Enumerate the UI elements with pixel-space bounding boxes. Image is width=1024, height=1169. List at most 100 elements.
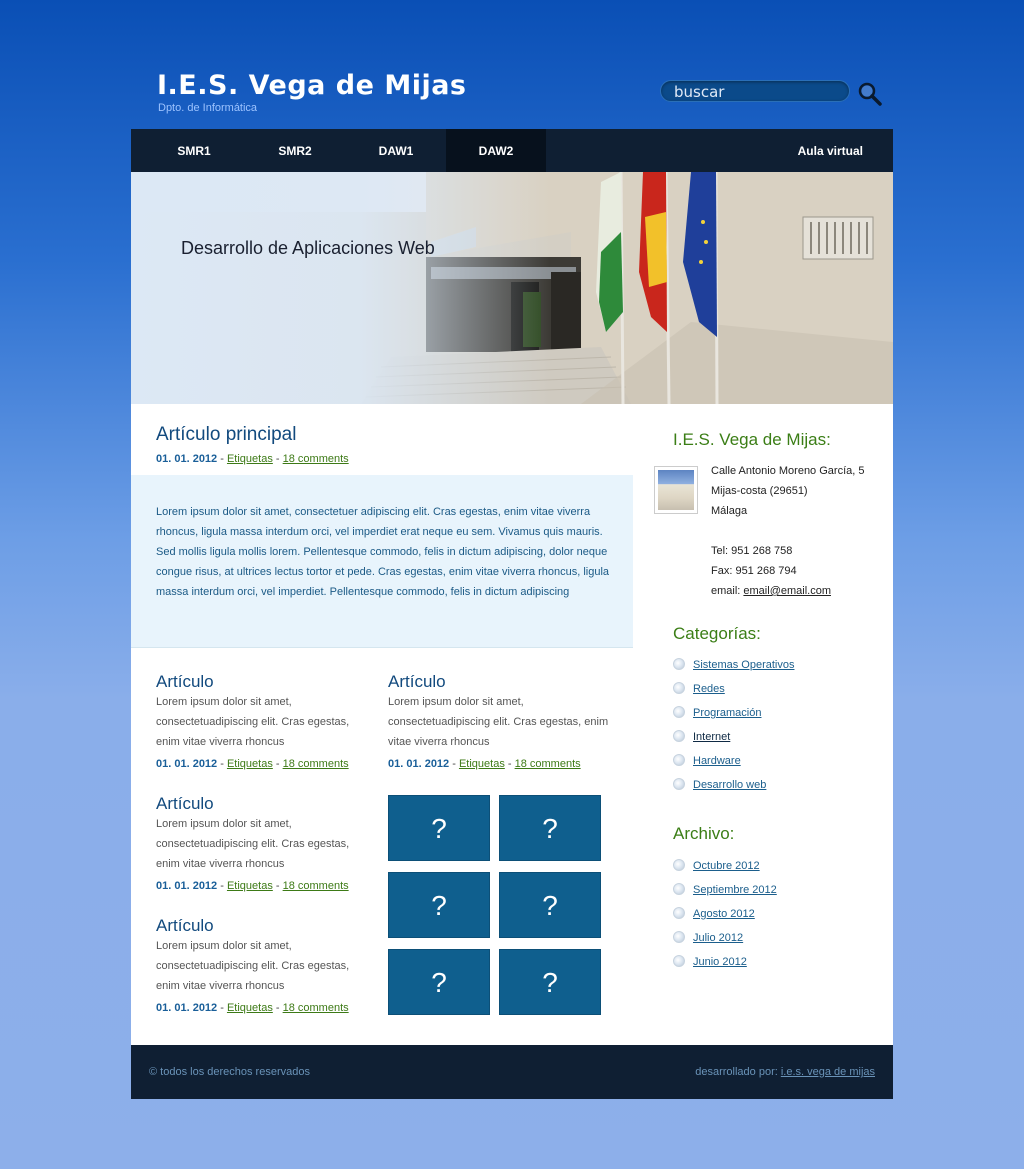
article-excerpt: Lorem ipsum dolor sit amet, consectetuad… [156, 940, 350, 992]
bullet-icon [673, 658, 685, 670]
archive-list: Octubre 2012 Septiembre 2012 Agosto 2012… [673, 859, 777, 980]
gallery-thumbnail[interactable]: ? [499, 949, 601, 1015]
nav-item-daw2[interactable]: DAW2 [446, 129, 546, 172]
article-comments-link[interactable]: 18 comments [283, 880, 349, 892]
article-date: 01. 01. 2012 [156, 1002, 218, 1014]
sidebar-categories-title: Categorías: [673, 624, 761, 643]
hero-title: Desarrollo de Aplicaciones Web [181, 238, 435, 258]
bullet-icon [673, 955, 685, 967]
gallery-thumbnail[interactable]: ? [388, 795, 490, 861]
article-tags-link[interactable]: Etiquetas [227, 1002, 273, 1014]
categories-list: Sistemas Operativos Redes Programación I… [673, 658, 794, 803]
gallery-thumbnail[interactable]: ? [499, 872, 601, 938]
address-line: Mijas-costa (29651) [711, 485, 808, 497]
list-item: Desarrollo web [673, 778, 794, 803]
list-item: Sistemas Operativos [673, 658, 794, 683]
nav-item-smr2[interactable]: SMR2 [245, 129, 345, 172]
article-comments-link[interactable]: 18 comments [283, 1002, 349, 1014]
main-nav: SMR1 SMR2 DAW1 DAW2 Aula virtual [131, 129, 893, 172]
phone: Tel: 951 268 758 [711, 545, 793, 557]
bullet-icon [673, 754, 685, 766]
email-link[interactable]: email@email.com [743, 585, 831, 597]
hero-banner: Desarrollo de Aplicaciones Web [131, 172, 893, 404]
main-article-intro: Lorem ipsum dolor sit amet, consectetuer… [131, 475, 633, 648]
list-item: Internet [673, 730, 794, 755]
category-link[interactable]: Sistemas Operativos [693, 659, 794, 671]
article-excerpt: Lorem ipsum dolor sit amet, consectetuad… [156, 696, 350, 748]
address-line: Málaga [711, 505, 748, 517]
main-article-body: Lorem ipsum dolor sit amet, consectetuer… [156, 506, 610, 598]
bullet-icon [673, 682, 685, 694]
bullet-icon [673, 931, 685, 943]
list-item: Julio 2012 [673, 931, 777, 956]
address-line: Calle Antonio Moreno García, 5 [711, 465, 865, 477]
gallery-thumbnail[interactable]: ? [388, 949, 490, 1015]
article-comments-link[interactable]: 18 comments [283, 453, 349, 465]
search-input[interactable]: buscar [660, 80, 850, 102]
article-date: 01. 01. 2012 [388, 758, 450, 770]
article-meta: 01. 01. 2012 - Etiquetas - 18 comments [156, 758, 349, 770]
main-article-title[interactable]: Artículo principal [156, 424, 296, 446]
list-item: Octubre 2012 [673, 859, 777, 884]
article-excerpt: Lorem ipsum dolor sit amet, consectetuad… [156, 818, 350, 870]
site-title[interactable]: I.E.S. Vega de Mijas [157, 70, 467, 101]
bullet-icon [673, 859, 685, 871]
fax: Fax: 951 268 794 [711, 565, 797, 577]
archive-link[interactable]: Octubre 2012 [693, 860, 760, 872]
bullet-icon [673, 883, 685, 895]
article-meta: 01. 01. 2012 - Etiquetas - 18 comments [156, 880, 349, 892]
email-row: email: email@email.com [711, 581, 864, 601]
list-item: Programación [673, 706, 794, 731]
sidebar-archive-title: Archivo: [673, 824, 735, 843]
archive-link[interactable]: Septiembre 2012 [693, 884, 777, 896]
category-link[interactable]: Hardware [693, 755, 741, 767]
archive-link[interactable]: Julio 2012 [693, 932, 743, 944]
article-title[interactable]: Artículo [156, 916, 214, 936]
category-link[interactable]: Desarrollo web [693, 779, 766, 791]
article-title[interactable]: Artículo [388, 672, 446, 692]
sidebar-address: Calle Antonio Moreno García, 5 Mijas-cos… [711, 461, 864, 601]
bullet-icon [673, 706, 685, 718]
archive-link[interactable]: Agosto 2012 [693, 908, 755, 920]
school-photo-image [658, 470, 694, 510]
category-link[interactable]: Redes [693, 683, 725, 695]
gallery-thumbnail[interactable]: ? [499, 795, 601, 861]
nav-item-aula-virtual[interactable]: Aula virtual [798, 129, 863, 172]
article-tags-link[interactable]: Etiquetas [227, 880, 273, 892]
article-comments-link[interactable]: 18 comments [283, 758, 349, 770]
bullet-icon [673, 778, 685, 790]
archive-link[interactable]: Junio 2012 [693, 956, 747, 968]
article-meta: 01. 01. 2012 - Etiquetas - 18 comments [156, 1002, 349, 1014]
page-container: SMR1 SMR2 DAW1 DAW2 Aula virtual Desarro… [131, 129, 893, 1099]
article-tags-link[interactable]: Etiquetas [459, 758, 505, 770]
hero-building-image [131, 172, 893, 404]
footer-credit: desarrollado por: i.e.s. vega de mijas [695, 1066, 875, 1078]
article-date: 01. 01. 2012 [156, 880, 218, 892]
email-label: email: [711, 585, 744, 597]
list-item: Hardware [673, 754, 794, 779]
category-link[interactable]: Internet [693, 731, 730, 743]
article-excerpt: Lorem ipsum dolor sit amet, consectetuad… [388, 696, 609, 748]
bullet-icon [673, 730, 685, 742]
main-article-meta: 01. 01. 2012 - Etiquetas - 18 comments [156, 453, 349, 465]
footer-credit-label: desarrollado por: [695, 1066, 781, 1078]
nav-item-smr1[interactable]: SMR1 [144, 129, 244, 172]
list-item: Septiembre 2012 [673, 883, 777, 908]
article-title[interactable]: Artículo [156, 672, 214, 692]
footer-copyright: © todos los derechos reservados [149, 1066, 310, 1078]
nav-item-daw1[interactable]: DAW1 [346, 129, 446, 172]
school-photo [654, 466, 698, 514]
search-icon[interactable] [858, 82, 882, 106]
list-item: Redes [673, 682, 794, 707]
list-item: Junio 2012 [673, 955, 777, 980]
article-title[interactable]: Artículo [156, 794, 214, 814]
article-comments-link[interactable]: 18 comments [515, 758, 581, 770]
article-tags-link[interactable]: Etiquetas [227, 453, 273, 465]
footer-credit-link[interactable]: i.e.s. vega de mijas [781, 1066, 875, 1078]
category-link[interactable]: Programación [693, 707, 761, 719]
site-subtitle: Dpto. de Informática [158, 102, 258, 114]
gallery-thumbnail[interactable]: ? [388, 872, 490, 938]
sidebar-contact-title: I.E.S. Vega de Mijas: [673, 430, 831, 449]
list-item: Agosto 2012 [673, 907, 777, 932]
article-tags-link[interactable]: Etiquetas [227, 758, 273, 770]
